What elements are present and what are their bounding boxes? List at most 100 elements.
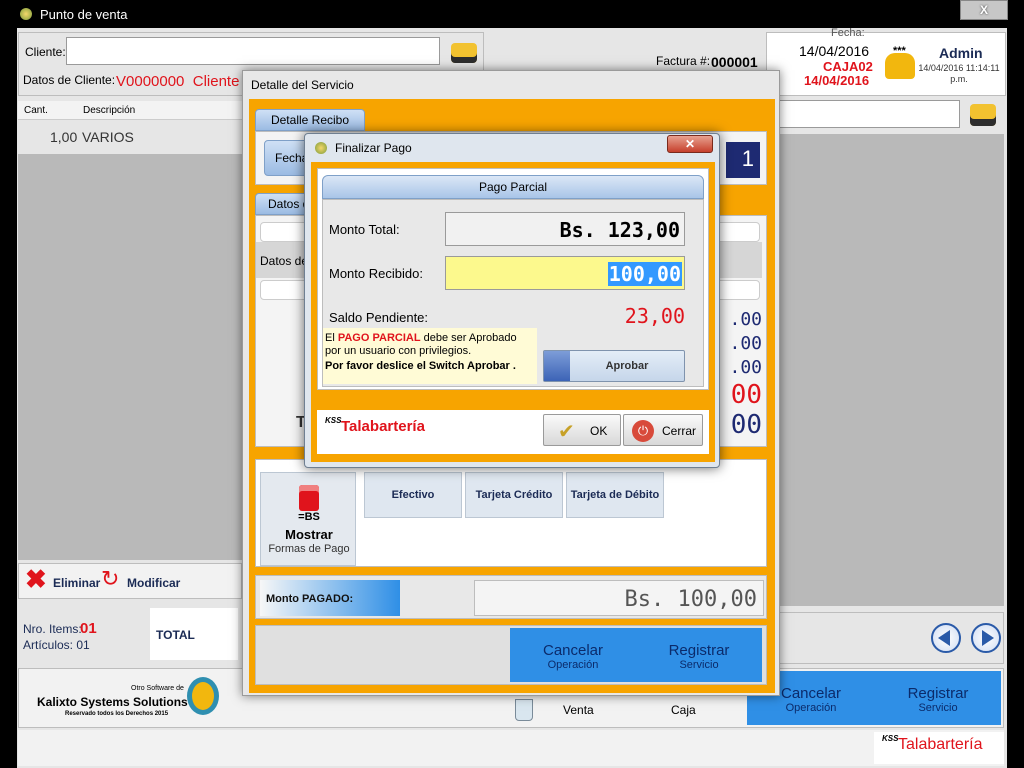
monto-recibido-label: Monto Recibido: [329,266,423,281]
monto-recibido-value: 100,00 [607,262,682,286]
msg-highlight: PAGO PARCIAL [337,332,421,344]
pago-parcial-body: Monto Total: Bs. 123,00 Monto Recibido: … [322,199,704,387]
pago-parcial-header: Pago Parcial [322,175,704,199]
company-name: Kalixto Systems Solutions [37,695,188,709]
datos-de-label: Datos de [260,254,309,268]
session-panel: Fecha: 14/04/2016 CAJA02 14/04/2016 *** … [766,27,1006,96]
finalizar-dialog: Finalizar Pago ✕ Pago Parcial Monto Tota… [304,133,720,468]
cliente-label: Cliente: [25,45,66,59]
footer-cancel-sub: Operación [785,702,837,714]
ok-button[interactable]: ✔ OK [543,414,621,446]
mostrar-formas-button[interactable]: =BS Mostrar Formas de Pago [260,472,356,566]
finalizar-inner: Pago Parcial Monto Total: Bs. 123,00 Mon… [317,168,709,390]
app-icon [20,8,32,20]
window-title: Punto de venta [40,7,128,22]
total-label: TOTAL [156,628,195,642]
status-bar: KSS Talabartería [18,730,1004,766]
trash-icon [515,699,533,721]
window-close-button[interactable]: X [960,0,1008,20]
cerrar-button[interactable]: ⏻ Cerrar [623,414,703,446]
detalle-register-title: Registrar [668,642,730,659]
formas-pago-panel: =BS Mostrar Formas de Pago Efectivo Tarj… [255,459,767,567]
close-icon: ✕ [684,137,696,151]
total-box: TOTAL [150,608,238,660]
factura-value: 000001 [711,54,758,70]
factura-label: Factura #: [656,54,711,68]
detalle-register-button[interactable]: Registrar Servicio [636,628,762,682]
ok-label: OK [590,424,608,438]
pay-method-debito[interactable]: Tarjeta de Débito [566,472,664,518]
tab-detalle-recibo-label: Detalle Recibo [270,113,350,127]
search-client-button[interactable] [447,37,481,67]
user-name: Admin [939,45,983,61]
finalizar-brand-name: Talabartería [341,418,425,435]
binoculars-icon [970,104,996,126]
col-desc[interactable]: Descripción [83,105,135,116]
modify-button[interactable]: ↻ Modificar [101,566,191,594]
nav-panel [778,612,1004,664]
finalizar-bottom: KSS Talabartería ✔ OK ⏻ Cerrar [317,410,709,454]
company-logo-icon [187,677,219,715]
pay-method-efectivo[interactable]: Efectivo [364,472,462,518]
search-product-button[interactable] [966,100,1000,130]
approval-line-3: Por favor deslice el Switch Aprobar . [325,360,516,372]
delete-label: Eliminar [53,576,101,590]
right-gray-area [778,134,1004,606]
cliente-input[interactable] [66,37,440,65]
summary-panel: Nro. Items: 01 Artículos: 01 TOTAL [18,606,242,664]
venta-label: Venta [563,703,594,717]
approval-line-2: por un usuario con privilegios. [325,345,472,357]
detalle-cancel-button[interactable]: Cancelar Operación [510,628,636,682]
actions-bar: ✖ Eliminar ↻ Modificar [18,563,242,599]
switch-thumb[interactable] [544,351,570,381]
monto-pagado-label: Monto PAGADO: [266,593,354,605]
fecha-label: Fecha: [831,27,865,39]
msg-prefix: El [325,332,335,344]
caja-label: CAJA02 [823,59,873,74]
monto-recibido-input[interactable]: 100,00 [445,256,685,290]
row-desc: VARIOS [82,129,134,145]
footer-brand: KSS Talabartería [874,732,1004,764]
finalizar-close-button[interactable]: ✕ [667,135,713,153]
footer-register-button[interactable]: Registrar Servicio [875,671,1001,725]
table-header: Cant. Descripción [18,101,242,120]
user-datetime: 14/04/2016 11:14:11 p.m. [918,63,1000,84]
pay-method-credito[interactable]: Tarjeta Crédito [465,472,563,518]
date-primary: 14/04/2016 [799,43,870,59]
delete-button[interactable]: ✖ Eliminar [25,566,101,594]
pago-parcial-label: Pago Parcial [478,180,548,194]
footer-register-sub: Servicio [918,702,958,714]
side-strip [0,28,17,768]
row-cant: 1,00 [50,129,78,145]
table-body [18,154,242,560]
monto-pagado-panel: Monto PAGADO: Bs. 100,00 [255,575,767,619]
recibo-number-box: 1 [726,142,760,178]
pay-method-debito-label: Tarjeta de Débito [570,489,660,501]
date-secondary: 14/04/2016 [804,73,870,88]
product-search-input[interactable] [778,100,960,128]
msg-suffix: debe ser Aprobado [423,332,517,344]
arrow-left-icon [938,630,950,646]
calculator-icon [299,485,319,511]
detalle-title: Detalle del Servicio [251,78,354,92]
pay-method-efectivo-label: Efectivo [391,489,435,501]
detalle-register-sub: Servicio [679,659,719,671]
col-cant[interactable]: Cant. [24,105,48,116]
pay-method-credito-label: Tarjeta Crédito [475,489,553,501]
prev-button[interactable] [931,623,961,653]
refresh-icon: ↻ [101,566,120,591]
detalle-cancel-sub: Operación [547,659,599,671]
x-icon: ✖ [25,564,47,594]
rights-label: Reservado todos los Derechos 2015 [65,711,169,717]
title-bar: Punto de venta X [0,0,1024,28]
brand-prefix: KSS [882,734,899,743]
tab-detalle-recibo[interactable]: Detalle Recibo [255,109,365,131]
detalle-cancel-title: Cancelar [542,642,604,659]
aprobar-switch[interactable]: Aprobar [543,350,685,382]
table-row[interactable]: 1,00 VARIOS [18,121,242,153]
next-button[interactable] [971,623,1001,653]
monto-total-field: Bs. 123,00 [445,212,685,246]
close-icon: X [979,3,988,17]
binoculars-icon [451,43,477,63]
trash-button[interactable] [511,695,537,723]
